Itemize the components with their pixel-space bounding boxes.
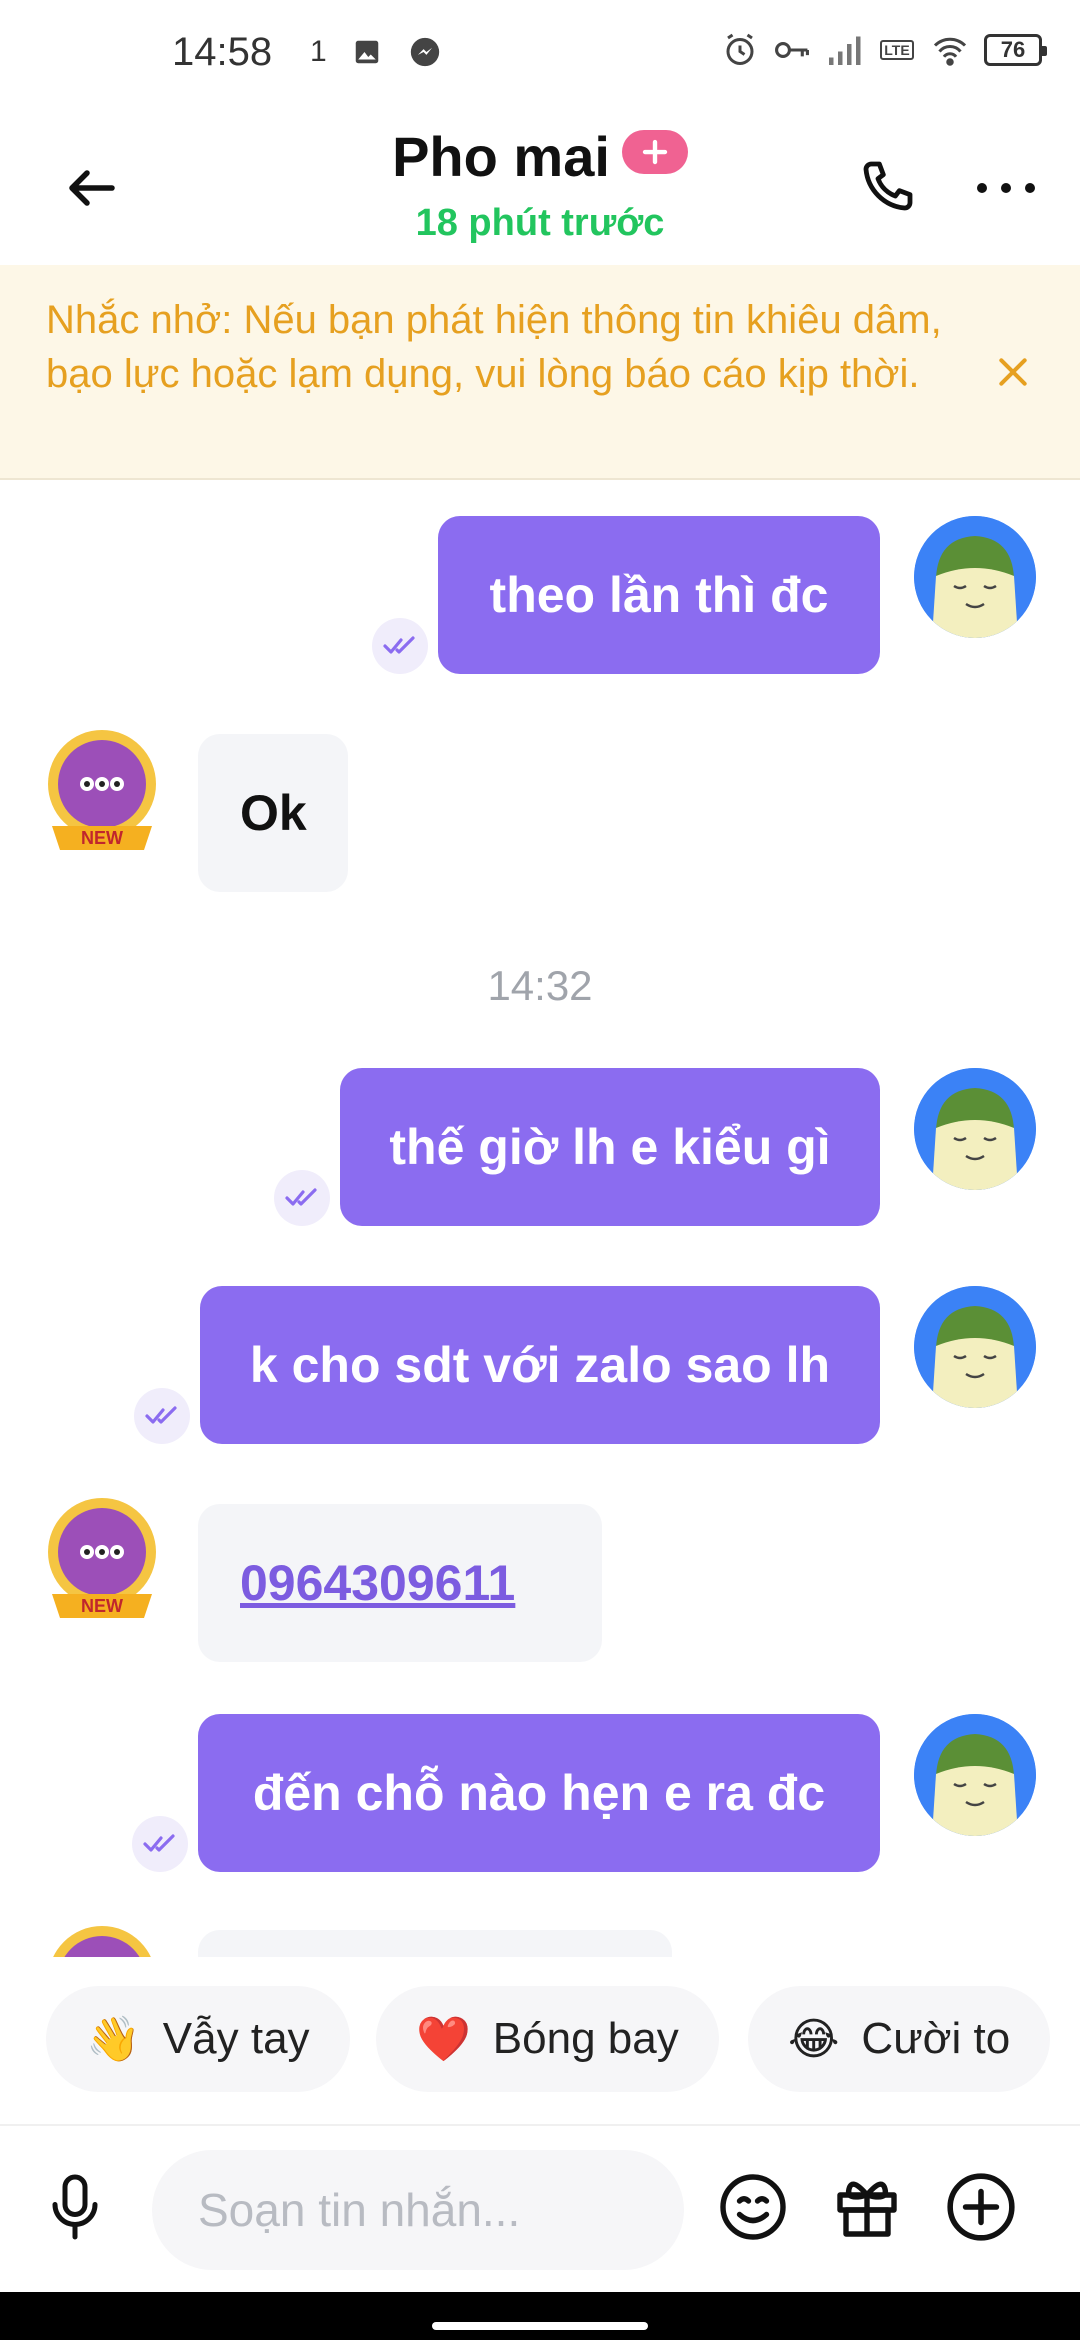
status-left-icons: 1 xyxy=(310,34,443,70)
phone-icon xyxy=(863,161,913,211)
message-list[interactable]: theo lần thì đc NEW Ok 14:32 thế giờ lh … xyxy=(0,482,1080,1957)
contact-avatar[interactable]: NEW xyxy=(32,1490,172,1630)
gift-button[interactable] xyxy=(826,2166,908,2248)
wave-hand-icon: 👋 xyxy=(86,2014,141,2065)
plus-circle-icon xyxy=(947,2173,1015,2241)
message-bubble-incoming-partial[interactable] xyxy=(198,1930,672,1957)
wifi-icon xyxy=(932,32,968,68)
phone-number-link[interactable]: 0964309611 xyxy=(240,1554,515,1612)
smiley-icon xyxy=(720,2174,786,2240)
heart-icon: ❤️ xyxy=(416,2014,471,2065)
my-avatar[interactable] xyxy=(914,1068,1036,1190)
message-text: đến chỗ nào hẹn e ra đc xyxy=(252,1765,826,1821)
emoji-button[interactable] xyxy=(712,2166,794,2248)
read-receipt-icon xyxy=(132,1816,188,1872)
quick-reply-label: Bóng bay xyxy=(492,2014,679,2063)
quick-reply-label: Cười to xyxy=(861,2014,1011,2063)
contact-avatar[interactable]: NEW xyxy=(32,722,172,862)
message-bubble-outgoing[interactable]: đến chỗ nào hẹn e ra đc xyxy=(198,1714,880,1872)
plus-badge xyxy=(621,129,688,174)
notice-close-button[interactable] xyxy=(986,345,1040,399)
quick-reply-balloon[interactable]: ❤️ Bóng bay xyxy=(376,1986,719,2092)
avatar-badge-text: NEW xyxy=(81,828,123,848)
message-bubble-outgoing[interactable]: thế giờ lh e kiểu gì xyxy=(340,1068,880,1226)
close-icon xyxy=(999,358,1027,386)
message-bubble-incoming[interactable]: Ok xyxy=(198,734,348,892)
read-receipt-icon xyxy=(274,1170,330,1226)
microphone-icon xyxy=(52,2174,98,2240)
read-receipt-icon xyxy=(372,618,428,674)
message-text: Ok xyxy=(240,785,307,841)
message-input[interactable] xyxy=(152,2150,684,2270)
messenger-icon xyxy=(407,34,443,70)
safety-notice: Nhắc nhở: Nếu bạn phát hiện thông tin kh… xyxy=(0,265,1080,480)
message-text: thế giờ lh e kiểu gì xyxy=(389,1119,831,1175)
composer-bar xyxy=(0,2124,1080,2292)
more-options-button[interactable] xyxy=(966,148,1046,228)
laughing-face-icon: 😂 xyxy=(788,2013,840,2065)
quick-reply-label: Vẫy tay xyxy=(162,2014,310,2063)
message-bubble-incoming[interactable]: 0964309611 xyxy=(198,1504,602,1662)
signal-icon xyxy=(826,32,862,68)
read-receipt-icon xyxy=(134,1388,190,1444)
voice-message-button[interactable] xyxy=(34,2166,116,2248)
chat-header: Pho mai 18 phút trước xyxy=(0,110,1080,265)
volte-label: LTE xyxy=(880,40,914,60)
more-dots-icon xyxy=(977,183,1035,193)
message-timestamp: 14:32 xyxy=(487,962,593,1009)
message-text: theo lần thì đc xyxy=(489,567,829,623)
status-extra-indicator: 1 xyxy=(310,35,327,68)
avatar-badge-text: NEW xyxy=(81,1596,123,1616)
message-bubble-outgoing[interactable]: k cho sdt với zalo sao lh xyxy=(200,1286,880,1444)
status-time: 14:58 xyxy=(172,30,273,74)
contact-name[interactable]: Pho mai xyxy=(392,124,610,189)
gift-icon xyxy=(837,2181,897,2237)
my-avatar[interactable] xyxy=(914,1714,1036,1836)
volte-icon: LTE xyxy=(878,32,916,68)
plus-icon xyxy=(642,139,668,164)
safety-notice-text: Nhắc nhở: Nếu bạn phát hiện thông tin kh… xyxy=(46,298,942,396)
status-bar: 14:58 1 LTE 76 xyxy=(0,0,1080,110)
attach-more-button[interactable] xyxy=(940,2166,1022,2248)
system-nav-bar xyxy=(0,2292,1080,2340)
status-right-icons: LTE 76 xyxy=(722,32,1047,68)
alarm-icon xyxy=(722,32,758,68)
contact-avatar[interactable] xyxy=(32,1918,172,1957)
call-button[interactable] xyxy=(846,148,926,228)
my-avatar[interactable] xyxy=(914,1286,1036,1408)
message-bubble-outgoing[interactable]: theo lần thì đc xyxy=(438,516,880,674)
home-gesture-handle[interactable] xyxy=(432,2322,648,2330)
battery-icon: 76 xyxy=(984,34,1047,66)
quick-reply-laugh[interactable]: 😂 Cười to xyxy=(748,1986,1051,2092)
my-avatar[interactable] xyxy=(914,516,1036,638)
quick-reply-wave[interactable]: 👋 Vẫy tay xyxy=(46,1986,350,2092)
key-icon xyxy=(774,32,810,68)
quick-reply-row[interactable]: 👋 Vẫy tay ❤️ Bóng bay 😂 Cười to xyxy=(0,1962,1080,2112)
message-text: k cho sdt với zalo sao lh xyxy=(249,1337,831,1393)
image-icon xyxy=(349,34,385,70)
